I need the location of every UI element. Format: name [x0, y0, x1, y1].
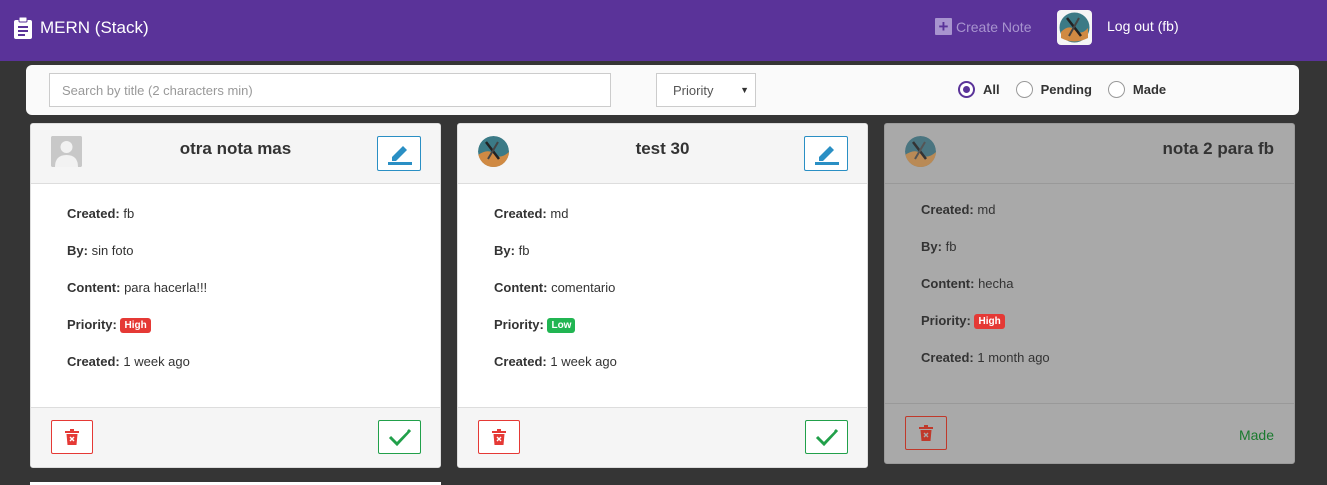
priority-label: Priority: — [921, 313, 971, 328]
created-label: Created: — [921, 350, 974, 365]
mark-done-button[interactable] — [378, 420, 421, 454]
note-created-by: md — [977, 202, 996, 217]
made-status-label: Made — [1238, 427, 1274, 443]
note-content: para hacerla!!! — [124, 280, 208, 295]
note-title: nota 2 para fb — [1162, 139, 1274, 158]
note-by: fb — [945, 239, 957, 254]
edit-button[interactable] — [377, 136, 421, 171]
note-card-footer: Made — [885, 403, 1294, 463]
pencil-icon — [388, 146, 412, 165]
created-label: Created: — [67, 206, 120, 221]
delete-button[interactable] — [905, 416, 947, 450]
note-content: comentario — [551, 280, 616, 295]
content-label: Content: — [67, 280, 121, 295]
note-card-footer — [31, 407, 440, 467]
trash-icon — [919, 425, 933, 441]
delete-button[interactable] — [51, 420, 93, 454]
created-label: Created: — [921, 202, 974, 217]
edit-button[interactable] — [804, 136, 848, 171]
trash-icon — [492, 429, 506, 445]
note-body: Created: md By: fb Content: hecha Priori… — [921, 202, 1050, 387]
priority-badge: High — [120, 318, 151, 333]
trash-icon — [65, 429, 79, 445]
radio-pending[interactable] — [1015, 81, 1033, 98]
content-label: Content: — [494, 280, 548, 295]
status-option-label: Pending — [1040, 82, 1092, 97]
checkmark-icon — [815, 428, 839, 447]
note-body: Created: md By: fb Content: comentario P… — [494, 206, 617, 391]
note-card-made: nota 2 para fb Created: md By: fb Conten… — [884, 123, 1295, 464]
mark-done-button[interactable] — [805, 420, 848, 454]
note-created-ago: 1 week ago — [550, 354, 617, 369]
note-card: test 30 Created: md By: fb Content: come… — [457, 123, 868, 468]
logout-button[interactable]: Log out (fb) — [1107, 18, 1179, 34]
plus-square-icon: + — [935, 18, 952, 35]
by-label: By: — [67, 243, 88, 258]
created-label: Created: — [67, 354, 120, 369]
brand-title: MERN (Stack) — [40, 18, 149, 37]
filter-bar: Priority ▼ All Pending Made — [26, 65, 1299, 115]
note-by: sin foto — [91, 243, 134, 258]
user-avatar[interactable] — [1057, 10, 1092, 45]
brand-link[interactable]: MERN (Stack) — [13, 17, 149, 39]
note-created-by: md — [550, 206, 569, 221]
pencil-icon — [815, 146, 839, 165]
note-card-header: nota 2 para fb — [885, 124, 1294, 184]
note-body: Created: fb By: sin foto Content: para h… — [67, 206, 207, 391]
navbar: MERN (Stack) + Create Note Log out (fb) — [0, 0, 1327, 61]
status-option-label: Made — [1132, 82, 1167, 97]
note-card-footer — [458, 407, 867, 467]
priority-select-label: Priority — [673, 83, 714, 98]
delete-button[interactable] — [478, 420, 520, 454]
by-label: By: — [494, 243, 515, 258]
create-note-label: Create Note — [956, 18, 1032, 35]
priority-badge: High — [974, 314, 1005, 329]
note-card-header: test 30 — [458, 124, 867, 184]
radio-made[interactable] — [1107, 81, 1125, 98]
note-card-header: otra nota mas — [31, 124, 440, 184]
content-label: Content: — [921, 276, 975, 291]
created-label: Created: — [494, 354, 547, 369]
note-created-ago: 1 week ago — [123, 354, 190, 369]
note-content: hecha — [978, 276, 1014, 291]
priority-select[interactable]: Priority ▼ — [656, 73, 756, 107]
radio-all[interactable] — [958, 81, 975, 98]
note-by: fb — [518, 243, 530, 258]
priority-label: Priority: — [67, 317, 117, 332]
note-card: otra nota mas Created: fb By: sin foto C… — [30, 123, 441, 468]
caret-down-icon: ▼ — [740, 85, 749, 95]
status-filter: All Pending Made — [958, 81, 1182, 98]
priority-badge: Low — [547, 318, 576, 333]
status-option-label: All — [983, 82, 1000, 97]
checkmark-icon — [388, 428, 412, 447]
priority-label: Priority: — [494, 317, 544, 332]
create-note-button[interactable]: + Create Note — [935, 18, 1031, 35]
clipboard-icon — [14, 17, 32, 39]
status-option-all[interactable]: All — [958, 81, 1000, 98]
search-input[interactable] — [49, 73, 611, 107]
status-option-pending[interactable]: Pending — [1015, 81, 1092, 98]
note-created-by: fb — [123, 206, 135, 221]
by-label: By: — [921, 239, 942, 254]
note-created-ago: 1 month ago — [977, 350, 1050, 365]
created-label: Created: — [494, 206, 547, 221]
status-option-made[interactable]: Made — [1107, 81, 1167, 98]
